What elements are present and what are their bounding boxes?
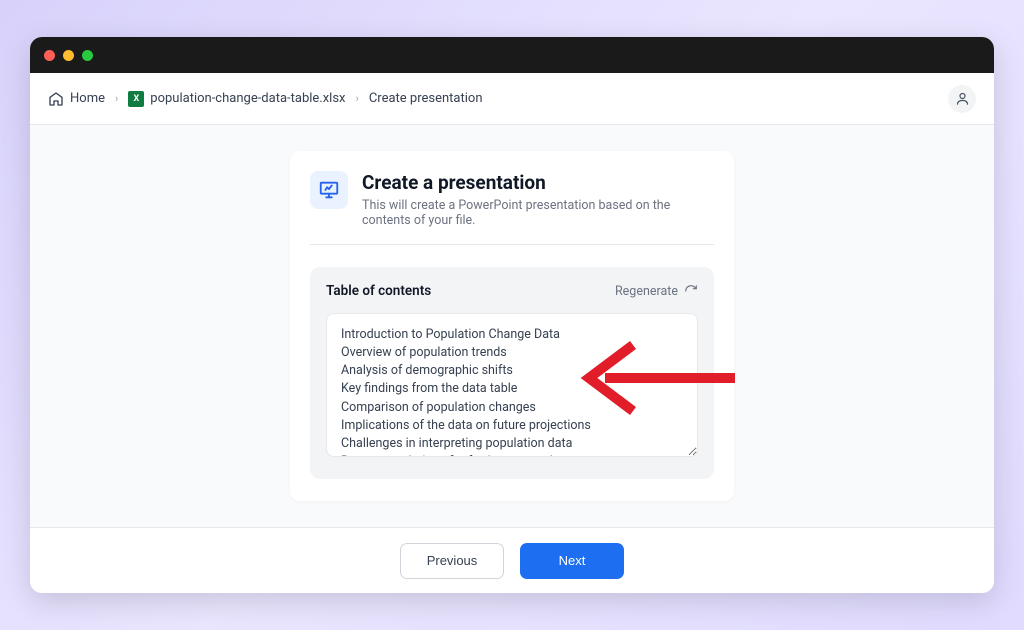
card-header: Create a presentation This will create a… [310,171,714,245]
breadcrumb-current-label: Create presentation [369,91,483,106]
toc-heading: Table of contents [326,283,431,299]
user-menu-button[interactable] [948,85,976,113]
regenerate-button[interactable]: Regenerate [615,284,698,299]
page-title: Create a presentation [362,171,714,194]
create-presentation-card: Create a presentation This will create a… [290,151,734,501]
excel-icon: X [128,91,144,107]
next-button[interactable]: Next [520,543,624,579]
user-icon [955,91,970,106]
breadcrumb-home[interactable]: Home [48,91,105,107]
app-window: Home › X population-change-data-table.xl… [30,37,994,593]
next-button-label: Next [559,553,586,568]
chevron-right-icon: › [115,92,118,105]
breadcrumb-file-label: population-change-data-table.xlsx [150,91,345,106]
presentation-icon [310,171,348,209]
table-of-contents-panel: Table of contents Regenerate [310,267,714,479]
previous-button-label: Previous [427,553,478,568]
toc-header: Table of contents Regenerate [326,283,698,299]
toc-textarea[interactable] [326,313,698,457]
footer-bar: Previous Next [30,527,994,593]
window-minimize-dot[interactable] [63,50,74,61]
chevron-right-icon: › [356,92,359,105]
window-zoom-dot[interactable] [82,50,93,61]
breadcrumb-file[interactable]: X population-change-data-table.xlsx [128,91,345,107]
regenerate-label: Regenerate [615,284,678,299]
titlebar [30,37,994,73]
breadcrumb-current: Create presentation [369,91,483,106]
page-subtitle: This will create a PowerPoint presentati… [362,198,714,228]
previous-button[interactable]: Previous [400,543,504,579]
home-icon [48,91,64,107]
content-area: Create a presentation This will create a… [30,125,994,527]
breadcrumb-home-label: Home [70,91,105,106]
window-close-dot[interactable] [44,50,55,61]
toolbar: Home › X population-change-data-table.xl… [30,73,994,125]
refresh-icon [684,284,698,298]
